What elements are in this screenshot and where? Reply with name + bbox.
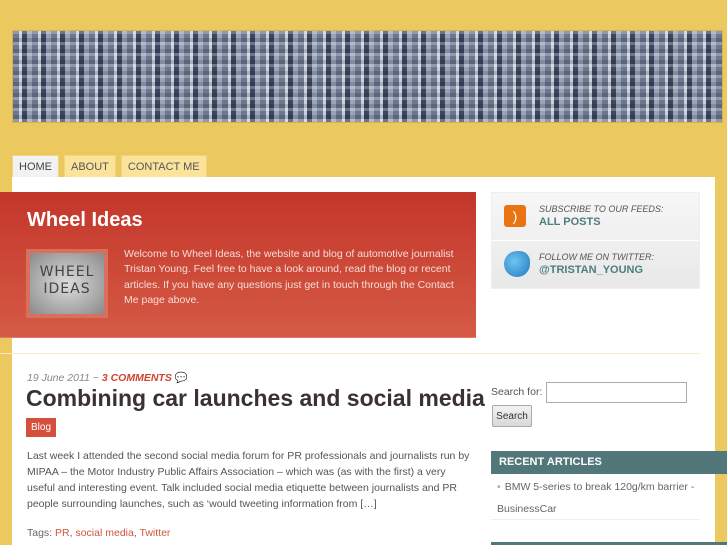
search-label: Search for: (491, 386, 543, 398)
recent-article-link[interactable]: BMW 5-series to break 120g/km barrier - … (497, 481, 694, 515)
tag-link[interactable]: PR (55, 527, 70, 539)
rss-feed[interactable]: ) SUBSCRIBE TO OUR FEEDS: ALL POSTS (492, 193, 699, 241)
recent-articles-heading: RECENT ARTICLES (491, 451, 727, 474)
logo-text: WHEEL IDEAS (30, 253, 104, 314)
search-button[interactable]: Search (492, 405, 532, 427)
site-logo: WHEEL IDEAS (26, 249, 108, 318)
tag-link[interactable]: social media (75, 527, 133, 539)
post-tags: Tags: PR, social media, Twitter (27, 527, 171, 539)
site-title: Wheel Ideas (27, 209, 143, 231)
post-title[interactable]: Combining car launches and social media (26, 385, 485, 412)
intro-banner: Wheel Ideas WHEEL IDEAS Welcome to Wheel… (0, 192, 476, 338)
divider (491, 519, 700, 520)
search-input[interactable] (546, 382, 687, 403)
twitter-link[interactable]: @TRISTAN_YOUNG (539, 264, 643, 276)
all-posts-link[interactable]: ALL POSTS (539, 216, 601, 228)
bullet: • (497, 481, 501, 493)
tab-home[interactable]: HOME (12, 155, 59, 177)
main-nav: HOME ABOUT CONTACT ME (12, 155, 207, 177)
post-date: 19 June 2011 (27, 372, 90, 384)
subscribe-label: SUBSCRIBE TO OUR FEEDS: (539, 204, 664, 214)
post-excerpt: Last week I attended the second social m… (27, 450, 470, 510)
comments-link[interactable]: 3 COMMENTS (102, 372, 172, 384)
intro-text: Welcome to Wheel Ideas, the website and … (124, 248, 454, 306)
recent-articles-list: • BMW 5-series to break 120g/km barrier -… (497, 476, 700, 520)
tab-contact-me[interactable]: CONTACT ME (120, 155, 207, 177)
meta-separator: ~ (89, 372, 102, 384)
post-meta: 19 June 2011 ~ 3 COMMENTS 💬 (27, 371, 188, 384)
header-image (12, 30, 723, 123)
rss-icon: ) (504, 205, 526, 227)
feeds-box: ) SUBSCRIBE TO OUR FEEDS: ALL POSTS FOLL… (491, 192, 700, 289)
tags-label: Tags: (27, 527, 53, 539)
tab-about[interactable]: ABOUT (64, 155, 116, 177)
divider (0, 353, 700, 354)
twitter-follow[interactable]: FOLLOW ME ON TWITTER: @TRISTAN_YOUNG (492, 241, 699, 289)
tag-link[interactable]: Twitter (140, 527, 171, 539)
twitter-bird-icon (504, 251, 530, 277)
twitter-label: FOLLOW ME ON TWITTER: (539, 252, 654, 262)
comment-bubble-icon: 💬 (174, 372, 188, 384)
category-badge[interactable]: Blog (26, 418, 57, 437)
